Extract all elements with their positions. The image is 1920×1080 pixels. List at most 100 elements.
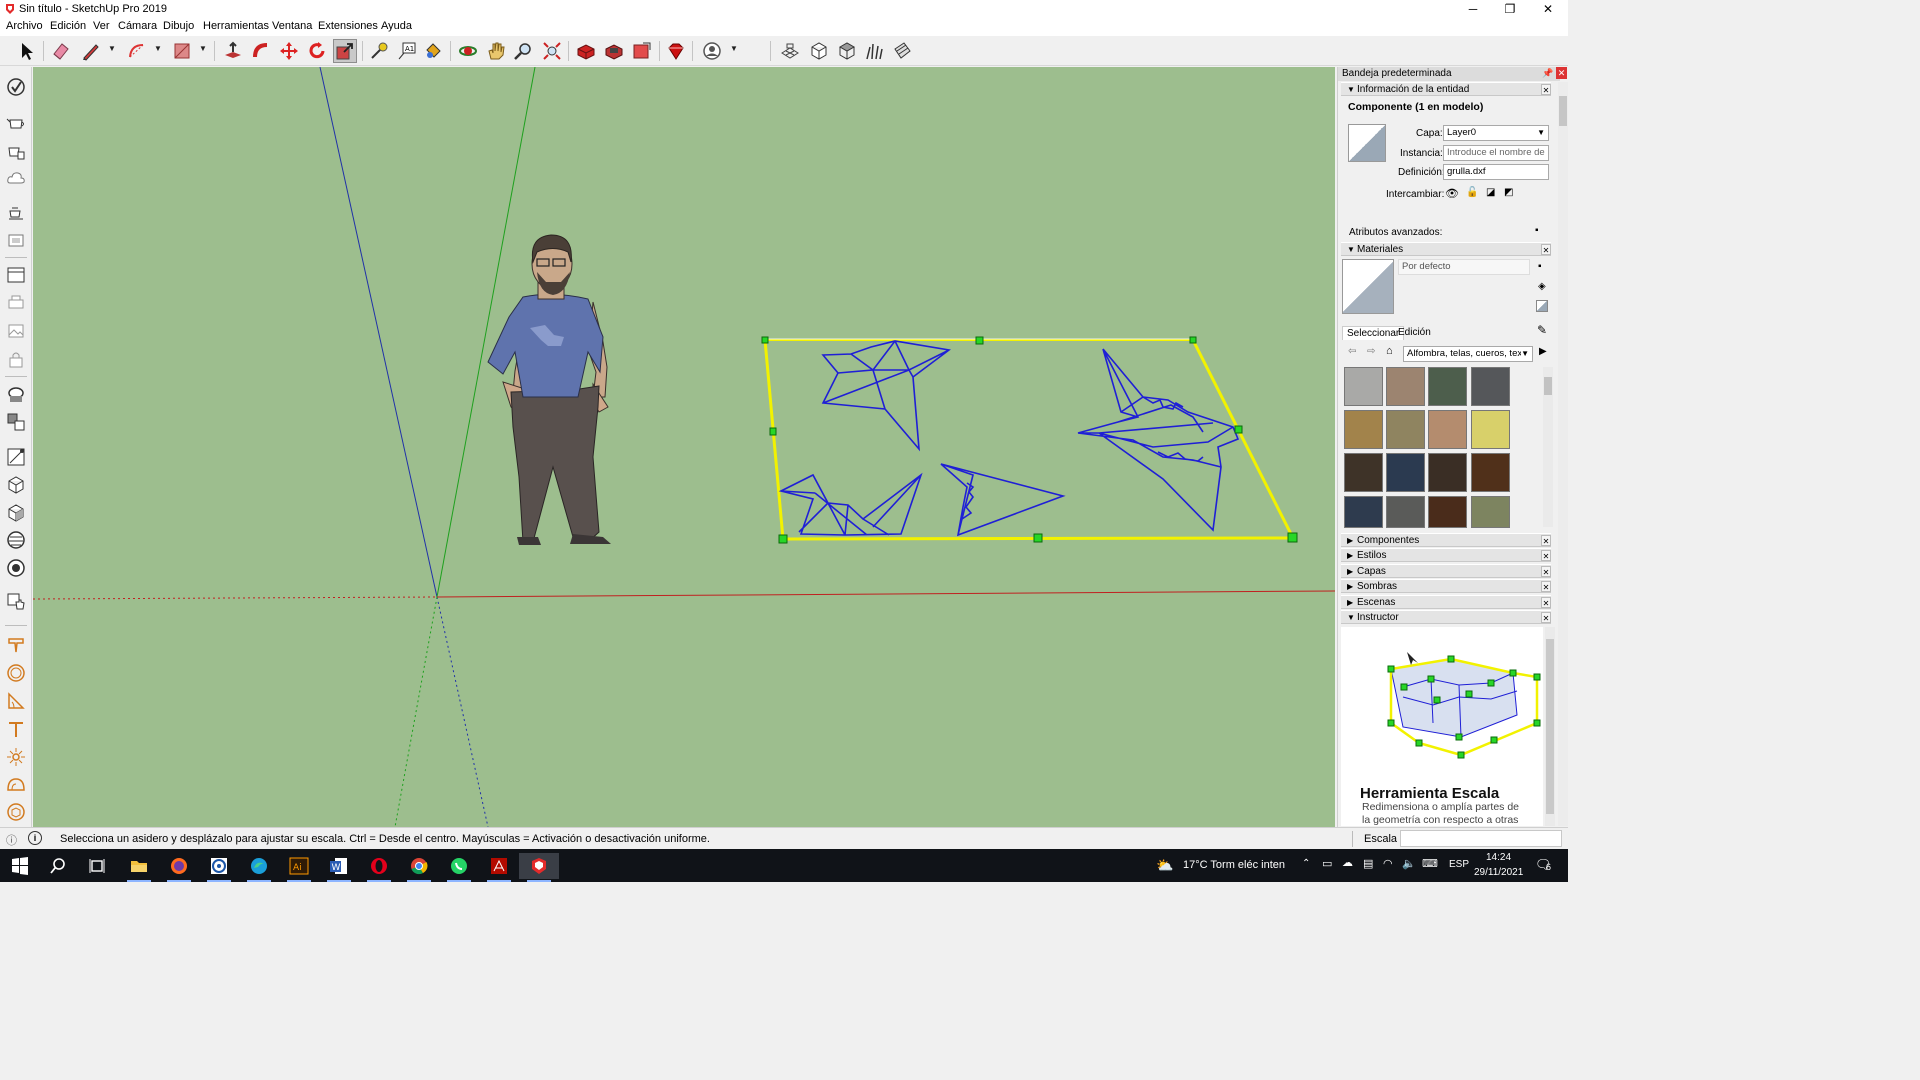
arc-tool-button[interactable] [125,39,149,63]
layers-panel-header[interactable]: ▶ Capas ✕ [1341,564,1551,578]
show-hidden-icons[interactable]: ⌃ [1302,858,1310,869]
protractor-tool-button[interactable] [4,689,28,713]
walk-tool-button[interactable] [4,745,28,769]
definition-input[interactable]: grulla.dxf [1443,164,1549,180]
word-app[interactable]: W [319,853,359,882]
firefox-app[interactable] [159,853,199,882]
line-tool-button[interactable] [79,39,103,63]
paint-bucket-tool-button[interactable] [421,39,445,63]
component-hand-button[interactable] [4,589,28,613]
text-tool-button[interactable]: A1 [395,39,419,63]
home-icon[interactable]: ⌂ [1386,345,1393,357]
shaded-style-button[interactable] [4,556,28,580]
material-name-field[interactable]: Por defecto [1398,259,1530,275]
instructor-scrollbar[interactable] [1545,627,1555,826]
storage-app[interactable] [199,853,239,882]
material-swatch[interactable] [1471,453,1510,492]
back-icon[interactable]: ⇦ [1348,346,1356,357]
axes-tool-button[interactable] [4,717,28,741]
panel-close-icon[interactable]: ✕ [1541,84,1551,95]
account-button[interactable] [700,39,724,63]
lock-tool-button[interactable] [4,347,28,371]
push-pull-tool-button[interactable] [221,39,245,63]
front-view-button[interactable] [4,501,28,525]
material-swatch[interactable] [1428,410,1467,449]
menu-ver[interactable]: Ver [93,20,110,32]
dome-tool-button[interactable] [4,773,28,797]
chrome-app[interactable] [399,853,439,882]
maximize-button[interactable]: ❐ [1495,1,1525,17]
panel-close-icon[interactable]: ✕ [1541,566,1551,577]
outer-shell-tool-button[interactable] [4,410,28,434]
create-material-icon[interactable]: ▪ [1538,261,1542,272]
battery-icon[interactable]: ▭ [1322,857,1332,870]
teapot-tool-button[interactable] [4,110,28,134]
paint-bucket-small-icon[interactable]: ◈ [1538,281,1546,292]
iso-view-left-button[interactable] [4,473,28,497]
teapot-hand-tool-button[interactable] [4,138,28,162]
cloud-sync-icon[interactable]: ☁ [1342,856,1353,869]
instructor-panel-header[interactable]: ▼ Instructor ✕ [1341,610,1551,624]
panel-close-icon[interactable]: ✕ [1541,535,1551,546]
swatch-scrollbar[interactable] [1543,367,1553,527]
eraser-tool-button[interactable] [49,39,73,63]
material-swatch[interactable] [1386,453,1425,492]
components-panel-header[interactable]: ▶ Componentes ✕ [1341,533,1551,547]
illustrator-app[interactable]: Ai [279,853,319,882]
info-icon[interactable]: i [28,831,42,845]
panel-close-icon[interactable]: ✕ [1541,597,1551,608]
menu-ventana[interactable]: Ventana [272,20,312,32]
cloud-tool-button[interactable] [4,166,28,190]
material-library-select[interactable]: Alfombra, telas, cueros, tex ▼ [1403,346,1533,362]
rotate-tool-button[interactable] [305,39,329,63]
menu-extensiones[interactable]: Extensiones [318,20,378,32]
xray-style-button[interactable] [4,528,28,552]
rectangle-tool-button[interactable] [170,39,194,63]
instructor-tool-button[interactable] [4,75,28,99]
warehouse-button[interactable] [574,39,598,63]
menu-dibujo[interactable]: Dibujo [163,20,194,32]
material-swatch[interactable] [1344,367,1383,406]
material-swatch[interactable] [1428,453,1467,492]
zoom-tool-button[interactable] [511,39,535,63]
material-swatch[interactable] [1471,496,1510,528]
expand-attributes-icon[interactable]: ▪ [1535,225,1539,236]
panel-close-icon[interactable]: ✕ [1541,550,1551,561]
instance-input[interactable]: Introduce el nombre de la [1443,145,1549,161]
search-button[interactable] [38,853,78,879]
material-swatch[interactable] [1344,496,1383,528]
eye-icon[interactable]: 👁 [1445,187,1459,200]
tray-close-icon[interactable]: ✕ [1556,67,1567,79]
language-indicator[interactable]: ESP [1449,859,1469,870]
tape-measure-tool-button[interactable] [367,39,391,63]
material-swatch[interactable] [1471,410,1510,449]
measurements-input[interactable] [1400,830,1562,847]
circle-tool-button[interactable] [4,661,28,685]
window-tool-button[interactable] [4,263,28,287]
sphere-tool-button[interactable] [4,800,28,824]
weather-text[interactable]: 17°C Torm eléc inten [1183,859,1285,871]
edge-app[interactable] [239,853,279,882]
material-swatch[interactable] [1428,496,1467,528]
volume-icon[interactable]: 🔈 [1402,857,1416,870]
scale-tool-button[interactable] [333,39,357,63]
pan-tool-button[interactable] [484,39,508,63]
sketchup-app[interactable] [519,853,559,882]
panel-close-icon[interactable]: ✕ [1541,244,1551,255]
scenes-panel-header[interactable]: ▶ Escenas ✕ [1341,595,1551,609]
task-view-button[interactable] [77,853,117,879]
material-swatch[interactable] [1386,367,1425,406]
tray-scrollbar[interactable] [1558,82,1568,826]
layer-select[interactable]: Layer0 ▼ [1443,125,1549,141]
zoom-extents-tool-button[interactable] [540,39,564,63]
intersect-tool-button[interactable] [4,382,28,406]
menu-ayuda[interactable]: Ayuda [381,20,412,32]
follow-me-tool-button[interactable] [249,39,273,63]
menu-edicion[interactable]: Edición [50,20,86,32]
material-swatch[interactable] [1471,367,1510,406]
unlock-icon[interactable]: 🔓 [1466,187,1478,198]
opera-app[interactable] [359,853,399,882]
styles-panel-header[interactable]: ▶ Estilos ✕ [1341,548,1551,562]
cup-tool-button[interactable] [4,200,28,224]
add-location-button[interactable] [4,633,28,657]
